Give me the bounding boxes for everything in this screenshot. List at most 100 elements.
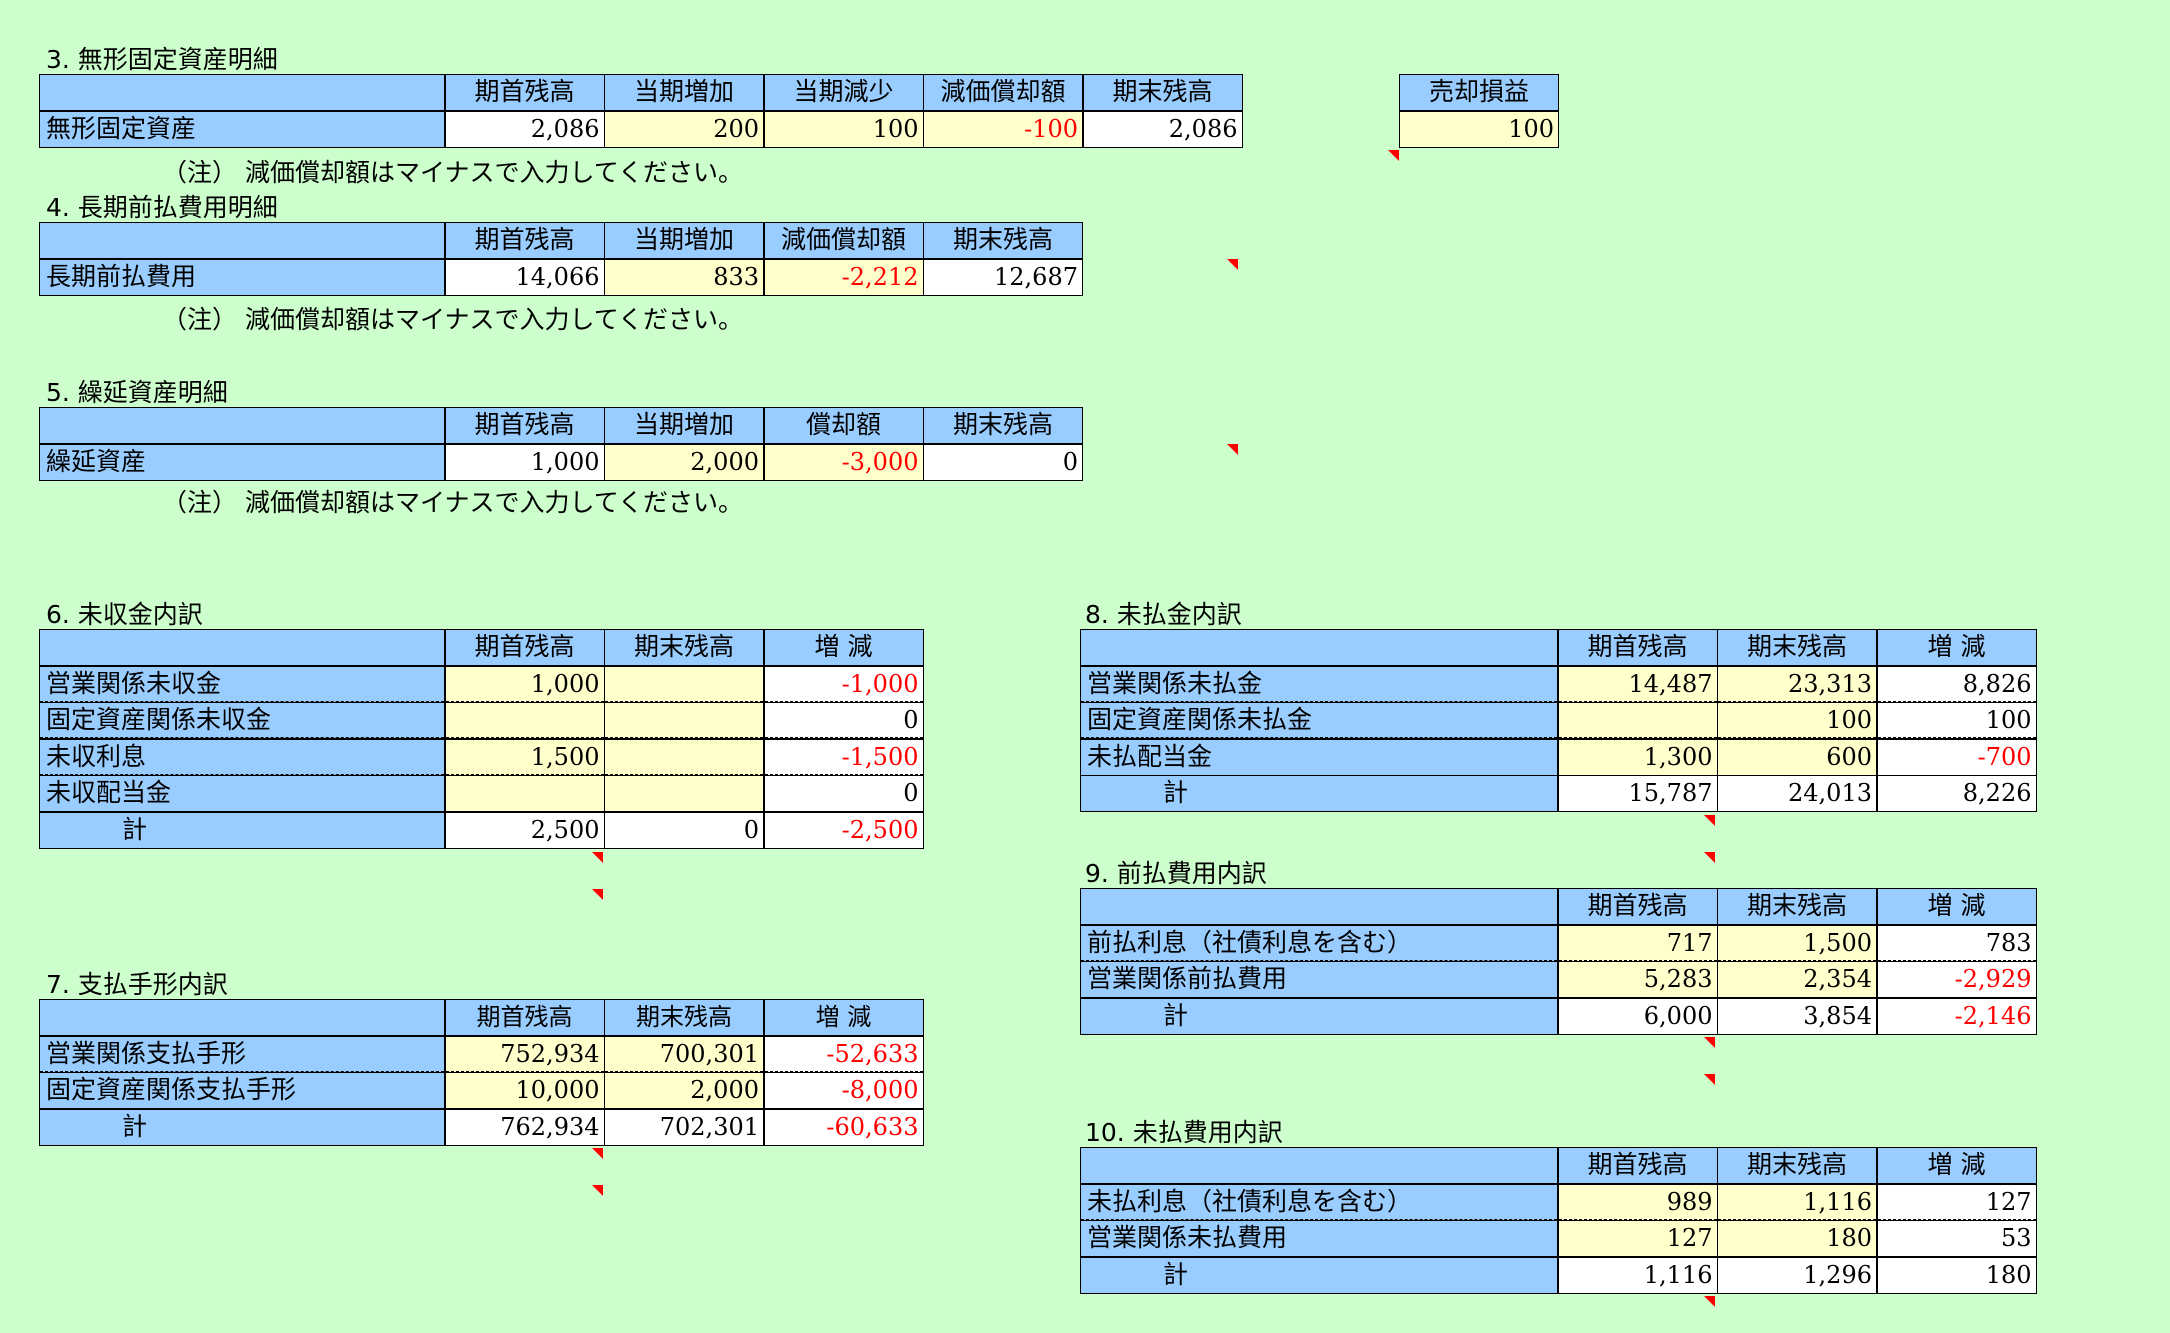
table-cell[interactable]: 783	[1877, 925, 2036, 961]
row-label: 営業関係未収金	[40, 666, 444, 702]
prepaid-expenses-table: 期首残高 期末残高 増 減 前払利息（社債利息を含む） 717 1,500 78…	[1080, 888, 2037, 1035]
comment-marker-icon[interactable]	[592, 1185, 603, 1196]
table-cell[interactable]: 127	[1877, 1184, 2036, 1220]
table-cell[interactable]: 700,301	[605, 1036, 763, 1072]
total-cell[interactable]: 3,854	[1718, 998, 1876, 1034]
total-cell[interactable]: 8,226	[1877, 776, 2036, 811]
total-cell[interactable]: 2,500	[445, 812, 604, 848]
row-label: 固定資産関係未収金	[40, 703, 444, 738]
total-cell[interactable]: -2,146	[1877, 998, 2036, 1034]
total-cell[interactable]: 15,787	[1558, 776, 1717, 811]
comment-marker-icon[interactable]	[1227, 444, 1238, 455]
comment-marker-icon[interactable]	[1704, 1074, 1715, 1085]
table-cell[interactable]	[605, 666, 763, 702]
comment-marker-icon[interactable]	[592, 852, 603, 863]
col-header: 当期減少	[764, 75, 923, 110]
comment-marker-icon[interactable]	[1704, 1296, 1715, 1307]
table-cell[interactable]: 0	[764, 776, 923, 811]
row-label: 無形固定資産	[40, 111, 444, 147]
table-cell[interactable]	[445, 776, 604, 811]
total-cell[interactable]: 180	[1877, 1257, 2036, 1293]
cell-opening-balance[interactable]: 2,086	[445, 111, 604, 147]
table-cell[interactable]: -8,000	[764, 1073, 923, 1108]
col-header: 期首残高	[445, 75, 604, 110]
total-cell[interactable]: -60,633	[764, 1109, 923, 1145]
total-cell[interactable]: 1,116	[1558, 1257, 1717, 1293]
cell-increase[interactable]: 2,000	[605, 444, 763, 480]
table-cell[interactable]: 0	[764, 703, 923, 738]
comment-marker-icon[interactable]	[1704, 852, 1715, 863]
row-label: 未収利息	[40, 739, 444, 775]
accounts-receivable-other-table: 期首残高 期末残高 増 減 営業関係未収金 1,000 -1,000 固定資産関…	[39, 629, 924, 849]
comment-marker-icon[interactable]	[1704, 1037, 1715, 1048]
table-cell[interactable]: 717	[1558, 925, 1717, 961]
cell-closing-balance[interactable]: 0	[924, 444, 1082, 480]
accounts-payable-other-table: 期首残高 期末残高 増 減 営業関係未払金 14,487 23,313 8,82…	[1080, 629, 2037, 812]
table-cell[interactable]: 10,000	[445, 1073, 604, 1108]
table-cell[interactable]: 53	[1877, 1221, 2036, 1256]
table-cell[interactable]: -52,633	[764, 1036, 923, 1072]
row-label: 長期前払費用	[40, 259, 444, 295]
table-cell[interactable]: -1,000	[764, 666, 923, 702]
total-cell[interactable]: 1,296	[1718, 1257, 1876, 1293]
table-cell[interactable]: 2,000	[605, 1073, 763, 1108]
table-cell[interactable]: 752,934	[445, 1036, 604, 1072]
comment-marker-icon[interactable]	[1227, 259, 1238, 270]
col-header: 期首残高	[445, 1000, 604, 1035]
table-cell[interactable]: 5,283	[1558, 962, 1717, 997]
table-cell[interactable]: -700	[1877, 739, 2036, 775]
cell-amortization[interactable]: -3,000	[764, 444, 923, 480]
table-cell[interactable]: 2,354	[1718, 962, 1876, 997]
table-cell[interactable]: 600	[1718, 739, 1876, 775]
section-6-title: 6. 未収金内訳	[46, 600, 203, 629]
table-cell[interactable]: 989	[1558, 1184, 1717, 1220]
total-cell[interactable]: 24,013	[1718, 776, 1876, 811]
table-cell[interactable]	[605, 776, 763, 811]
cell-opening-balance[interactable]: 14,066	[445, 259, 604, 295]
table-cell[interactable]	[605, 703, 763, 738]
table-cell[interactable]: -1,500	[764, 739, 923, 775]
row-label: 未払配当金	[1081, 739, 1557, 775]
notes-payable-table: 期首残高 期末残高 増 減 営業関係支払手形 752,934 700,301 -…	[39, 999, 924, 1146]
cell-closing-balance[interactable]: 2,086	[1083, 111, 1242, 147]
total-cell[interactable]: 0	[605, 812, 763, 848]
total-cell[interactable]: -2,500	[764, 812, 923, 848]
cell-depreciation[interactable]: -100	[924, 111, 1082, 147]
table-cell[interactable]: 1,000	[445, 666, 604, 702]
table-cell[interactable]	[605, 739, 763, 775]
table-cell[interactable]: 1,500	[445, 739, 604, 775]
comment-marker-icon[interactable]	[592, 1148, 603, 1159]
table-cell[interactable]: 8,826	[1877, 666, 2036, 702]
table-cell[interactable]: 1,500	[1718, 925, 1876, 961]
table-cell[interactable]	[445, 703, 604, 738]
table-cell[interactable]: 1,116	[1718, 1184, 1876, 1220]
cell-closing-balance[interactable]: 12,687	[924, 259, 1082, 295]
total-cell[interactable]: 702,301	[605, 1109, 763, 1145]
row-label: 前払利息（社債利息を含む）	[1081, 925, 1557, 961]
table-cell[interactable]: 100	[1877, 703, 2036, 738]
comment-marker-icon[interactable]	[592, 889, 603, 900]
total-cell[interactable]: 762,934	[445, 1109, 604, 1145]
table-cell[interactable]: 14,487	[1558, 666, 1717, 702]
cell-increase[interactable]: 200	[605, 111, 763, 147]
total-cell[interactable]: 6,000	[1558, 998, 1717, 1034]
header-blank	[40, 223, 444, 258]
table-cell[interactable]: 23,313	[1718, 666, 1876, 702]
table-cell[interactable]: 127	[1558, 1221, 1717, 1256]
cell-increase[interactable]: 833	[605, 259, 763, 295]
table-cell[interactable]: -2,929	[1877, 962, 2036, 997]
sale-gain-loss-cell[interactable]: 100	[1400, 111, 1558, 147]
table-cell[interactable]: 1,300	[1558, 739, 1717, 775]
comment-marker-icon[interactable]	[1388, 150, 1399, 161]
table-cell[interactable]: 180	[1718, 1221, 1876, 1256]
section-10-title: 10. 未払費用内訳	[1085, 1118, 1283, 1147]
table-cell[interactable]: 100	[1718, 703, 1876, 738]
comment-marker-icon[interactable]	[1704, 815, 1715, 826]
cell-decrease[interactable]: 100	[764, 111, 923, 147]
cell-opening-balance[interactable]: 1,000	[445, 444, 604, 480]
cell-depreciation[interactable]: -2,212	[764, 259, 923, 295]
table-cell[interactable]	[1558, 703, 1717, 738]
col-header: 償却額	[764, 408, 923, 443]
col-header: 増 減	[1877, 889, 2036, 924]
row-label: 未払利息（社債利息を含む）	[1081, 1184, 1557, 1220]
